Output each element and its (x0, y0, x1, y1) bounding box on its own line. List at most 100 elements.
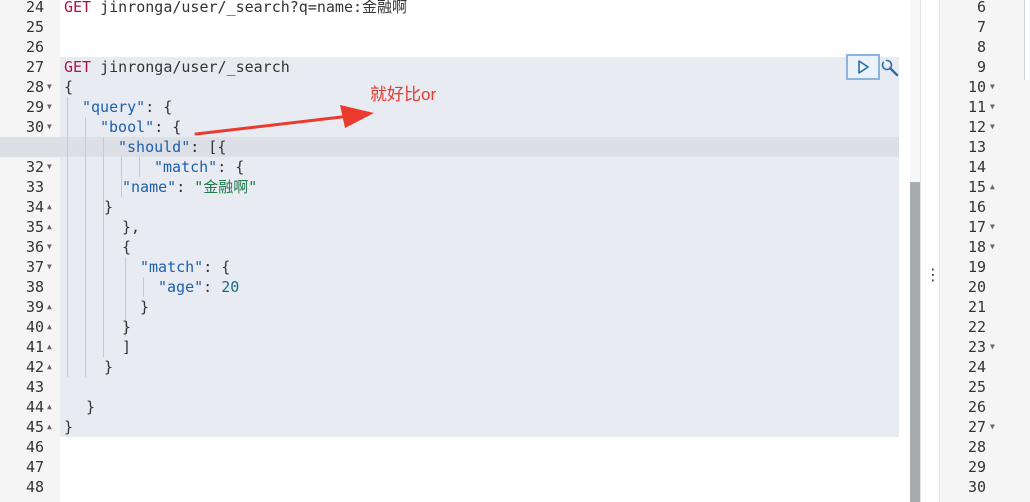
output-line-number: 11 (967, 98, 986, 116)
json-key: "match" (154, 158, 218, 176)
output-line-number: 22 (967, 318, 986, 336)
line-number: 41 (25, 338, 44, 356)
fold-caret-down-icon[interactable]: ▼ (47, 117, 52, 137)
output-line-number: 26 (967, 398, 986, 416)
fold-caret-up-icon[interactable]: ▲ (47, 397, 52, 417)
fold-caret-up-icon[interactable]: ▲ (47, 417, 52, 437)
code-line-32[interactable]: "match": { (154, 157, 244, 177)
output-line-number: 16 (967, 198, 986, 216)
fold-caret-up-icon[interactable]: ▲ (47, 357, 52, 377)
fold-caret-up-icon[interactable]: ▲ (47, 317, 52, 337)
code-line-33[interactable]: "name": "金融啊" (122, 177, 257, 197)
fold-caret-up-icon[interactable]: ▲ (47, 217, 52, 237)
play-icon (858, 60, 869, 74)
selected-request-block (60, 57, 899, 437)
line-number: 32 (25, 158, 44, 176)
line-number: 27 (25, 58, 44, 76)
code-line-28[interactable]: { (64, 77, 73, 97)
fold-caret-down-icon[interactable]: ▼ (990, 97, 995, 117)
fold-caret-down-icon[interactable]: ▼ (47, 97, 52, 117)
pane-resize-divider[interactable] (920, 0, 940, 502)
output-line-number: 9 (976, 58, 986, 76)
code-line-39[interactable]: } (140, 297, 149, 317)
output-line-number: 12 (967, 118, 986, 136)
fold-caret-up-icon[interactable]: ▲ (47, 337, 52, 357)
fold-caret-down-icon[interactable]: ▼ (990, 417, 995, 437)
json-number-value: 20 (221, 278, 240, 296)
line-number: 38 (25, 278, 44, 296)
output-line-number: 8 (976, 38, 986, 56)
fold-caret-up-icon[interactable]: ▲ (47, 197, 52, 217)
code-line-41[interactable]: ] (122, 337, 131, 357)
json-key: "bool" (100, 118, 155, 136)
fold-caret-down-icon[interactable]: ▼ (990, 337, 995, 357)
output-line-number: 27 (967, 418, 986, 436)
code-line-29[interactable]: "query": { (82, 97, 172, 117)
output-line-number: 28 (967, 438, 986, 456)
code-line-27[interactable]: GET jinronga/user/_search (64, 57, 290, 77)
line-number: 24 (25, 0, 44, 16)
output-line-number: 13 (967, 138, 986, 156)
fold-caret-down-icon[interactable]: ▼ (990, 117, 995, 137)
output-line-number: 24 (967, 358, 986, 376)
json-key: "age" (158, 278, 204, 296)
editor-scrollbar-thumb[interactable] (910, 182, 920, 502)
code-line-42[interactable]: } (104, 357, 113, 377)
line-number: 46 (25, 438, 44, 456)
fold-caret-up-icon[interactable]: ▲ (47, 297, 52, 317)
output-line-number: 14 (967, 158, 986, 176)
line-number: 48 (25, 478, 44, 496)
request-path: jinronga/user/_search (100, 58, 290, 76)
json-punct: : { (203, 258, 231, 276)
output-line-number: 18 (967, 238, 986, 256)
run-request-button[interactable] (846, 54, 880, 80)
fold-caret-down-icon[interactable]: ▼ (47, 257, 52, 277)
line-number: 34 (25, 198, 44, 216)
line-number: 37 (25, 258, 44, 276)
line-number: 33 (25, 178, 44, 196)
code-line-45[interactable]: } (64, 417, 73, 437)
line-number: 44 (25, 398, 44, 416)
line-number: 39 (25, 298, 44, 316)
json-punct: : { (217, 158, 245, 176)
json-key: "should" (118, 138, 191, 156)
line-number: 42 (25, 358, 44, 376)
output-line-number: 6 (976, 0, 986, 16)
vertical-dots-icon[interactable]: ⋮ (925, 265, 941, 285)
fold-caret-up-icon[interactable]: ▲ (990, 177, 995, 197)
code-line-36[interactable]: { (122, 237, 131, 257)
fold-caret-down-icon[interactable]: ▼ (47, 157, 52, 177)
fold-caret-down-icon[interactable]: ▼ (990, 217, 995, 237)
output-line-number: 23 (967, 338, 986, 356)
http-method: GET (64, 0, 92, 16)
fold-caret-down-icon[interactable]: ▼ (990, 237, 995, 257)
annotation-label: 就好比or (370, 85, 437, 104)
code-line-38[interactable]: "age": 20 (158, 277, 239, 297)
indent-guide (143, 277, 144, 297)
wrench-icon[interactable] (880, 58, 900, 78)
code-line-37[interactable]: "match": { (140, 257, 230, 277)
fold-caret-down-icon[interactable]: ▼ (47, 237, 52, 257)
line-number: 35 (25, 218, 44, 236)
annotation-arrow (194, 105, 374, 136)
fold-caret-down-icon[interactable]: ▼ (47, 77, 52, 97)
output-line-number: 15 (967, 178, 986, 196)
fold-caret-down-icon[interactable]: ▼ (990, 77, 995, 97)
code-line-44[interactable]: } (86, 397, 95, 417)
output-line-number: 17 (967, 218, 986, 236)
code-line-35[interactable]: }, (122, 217, 140, 237)
request-path: jinronga/user/_search?q=name:金融啊 (100, 0, 408, 16)
http-method: GET (64, 58, 92, 76)
json-key: "match" (140, 258, 204, 276)
json-key: "name" (122, 178, 177, 196)
json-punct: : { (145, 98, 173, 116)
code-line-24[interactable]: GET jinronga/user/_search?q=name:金融啊 (64, 0, 407, 17)
code-line-30[interactable]: "bool": { (100, 117, 181, 137)
json-punct: : (176, 178, 195, 196)
json-punct: : (203, 278, 222, 296)
code-line-40[interactable]: } (122, 317, 131, 337)
json-string-value: "金融啊" (194, 178, 258, 196)
line-number: 40 (25, 318, 44, 336)
code-line-34[interactable]: } (104, 197, 113, 217)
output-line-number: 20 (967, 278, 986, 296)
